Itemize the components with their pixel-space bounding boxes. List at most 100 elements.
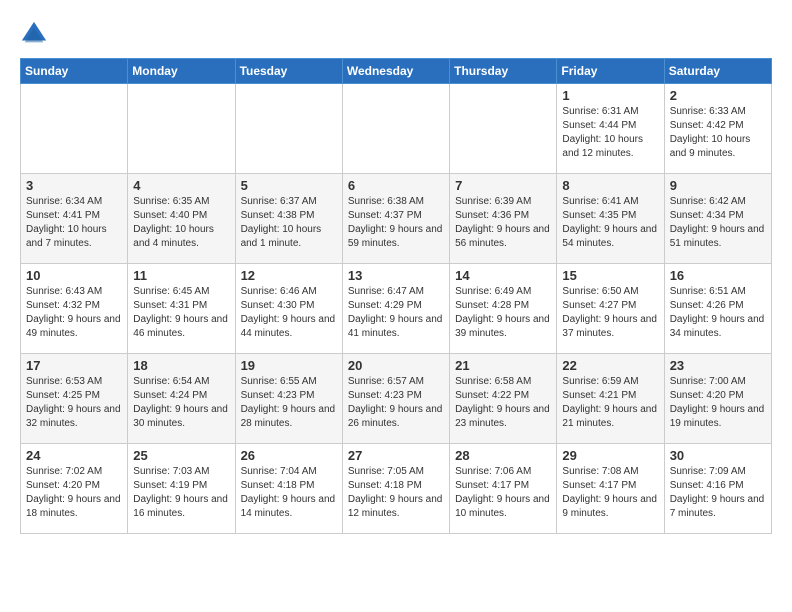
day-info: Sunrise: 7:03 AM Sunset: 4:19 PM Dayligh… [133, 465, 229, 521]
day-info: Sunrise: 6:33 AM Sunset: 4:42 PM Dayligh… [670, 105, 766, 161]
calendar-cell: 13 Sunrise: 6:47 AM Sunset: 4:29 PM Dayli… [342, 264, 449, 354]
day-number: 25 [133, 448, 229, 463]
day-info: Sunrise: 6:45 AM Sunset: 4:31 PM Dayligh… [133, 285, 229, 341]
logo-icon [20, 20, 48, 48]
day-number: 16 [670, 268, 766, 283]
day-number: 29 [562, 448, 658, 463]
day-number: 30 [670, 448, 766, 463]
calendar-cell: 23 Sunrise: 7:00 AM Sunset: 4:20 PM Dayli… [664, 354, 771, 444]
day-number: 5 [241, 178, 337, 193]
day-of-week-header: Friday [557, 59, 664, 84]
calendar-cell: 3Sunrise: 6:34 AM Sunset: 4:41 PM Daylig… [21, 174, 128, 264]
calendar-cell: 6 Sunrise: 6:38 AM Sunset: 4:37 PM Daylig… [342, 174, 449, 264]
calendar-cell: 26 Sunrise: 7:04 AM Sunset: 4:18 PM Dayli… [235, 444, 342, 534]
calendar-cell: 18Sunrise: 6:54 AM Sunset: 4:24 PM Dayli… [128, 354, 235, 444]
day-number: 6 [348, 178, 444, 193]
calendar-cell: 27 Sunrise: 7:05 AM Sunset: 4:18 PM Dayli… [342, 444, 449, 534]
day-number: 28 [455, 448, 551, 463]
calendar-cell: 16 Sunrise: 6:51 AM Sunset: 4:26 PM Dayli… [664, 264, 771, 354]
day-info: Sunrise: 7:00 AM Sunset: 4:20 PM Dayligh… [670, 375, 766, 431]
day-info: Sunrise: 6:49 AM Sunset: 4:28 PM Dayligh… [455, 285, 551, 341]
day-number: 3 [26, 178, 122, 193]
day-info: Sunrise: 6:41 AM Sunset: 4:35 PM Dayligh… [562, 195, 658, 251]
day-number: 20 [348, 358, 444, 373]
calendar-table: SundayMondayTuesdayWednesdayThursdayFrid… [20, 58, 772, 534]
day-info: Sunrise: 6:51 AM Sunset: 4:26 PM Dayligh… [670, 285, 766, 341]
day-number: 23 [670, 358, 766, 373]
calendar-cell: 2 Sunrise: 6:33 AM Sunset: 4:42 PM Daylig… [664, 84, 771, 174]
page-header [20, 20, 772, 48]
day-info: Sunrise: 6:37 AM Sunset: 4:38 PM Dayligh… [241, 195, 337, 251]
day-info: Sunrise: 6:50 AM Sunset: 4:27 PM Dayligh… [562, 285, 658, 341]
day-info: Sunrise: 6:55 AM Sunset: 4:23 PM Dayligh… [241, 375, 337, 431]
day-info: Sunrise: 7:06 AM Sunset: 4:17 PM Dayligh… [455, 465, 551, 521]
day-number: 1 [562, 88, 658, 103]
day-info: Sunrise: 7:05 AM Sunset: 4:18 PM Dayligh… [348, 465, 444, 521]
day-number: 15 [562, 268, 658, 283]
day-number: 12 [241, 268, 337, 283]
calendar-cell: 28 Sunrise: 7:06 AM Sunset: 4:17 PM Dayli… [450, 444, 557, 534]
calendar-cell: 15 Sunrise: 6:50 AM Sunset: 4:27 PM Dayli… [557, 264, 664, 354]
calendar-cell [21, 84, 128, 174]
calendar-cell: 5 Sunrise: 6:37 AM Sunset: 4:38 PM Daylig… [235, 174, 342, 264]
day-info: Sunrise: 7:08 AM Sunset: 4:17 PM Dayligh… [562, 465, 658, 521]
day-of-week-header: Monday [128, 59, 235, 84]
day-of-week-header: Sunday [21, 59, 128, 84]
calendar-week-row: 1 Sunrise: 6:31 AM Sunset: 4:44 PM Daylig… [21, 84, 772, 174]
day-info: Sunrise: 6:53 AM Sunset: 4:25 PM Dayligh… [26, 375, 122, 431]
calendar-week-row: 10Sunrise: 6:43 AM Sunset: 4:32 PM Dayli… [21, 264, 772, 354]
calendar-cell [235, 84, 342, 174]
day-info: Sunrise: 6:43 AM Sunset: 4:32 PM Dayligh… [26, 285, 122, 341]
calendar-cell: 9Sunrise: 6:42 AM Sunset: 4:34 PM Daylig… [664, 174, 771, 264]
calendar-cell: 30 Sunrise: 7:09 AM Sunset: 4:16 PM Dayli… [664, 444, 771, 534]
day-number: 24 [26, 448, 122, 463]
day-number: 2 [670, 88, 766, 103]
calendar-cell: 17 Sunrise: 6:53 AM Sunset: 4:25 PM Dayli… [21, 354, 128, 444]
day-number: 21 [455, 358, 551, 373]
day-info: Sunrise: 7:04 AM Sunset: 4:18 PM Dayligh… [241, 465, 337, 521]
calendar-cell: 19 Sunrise: 6:55 AM Sunset: 4:23 PM Dayli… [235, 354, 342, 444]
day-number: 27 [348, 448, 444, 463]
day-info: Sunrise: 6:57 AM Sunset: 4:23 PM Dayligh… [348, 375, 444, 431]
calendar-cell: 22 Sunrise: 6:59 AM Sunset: 4:21 PM Dayli… [557, 354, 664, 444]
day-info: Sunrise: 7:09 AM Sunset: 4:16 PM Dayligh… [670, 465, 766, 521]
calendar-cell: 20 Sunrise: 6:57 AM Sunset: 4:23 PM Dayli… [342, 354, 449, 444]
day-of-week-header: Wednesday [342, 59, 449, 84]
calendar-cell: 4Sunrise: 6:35 AM Sunset: 4:40 PM Daylig… [128, 174, 235, 264]
day-info: Sunrise: 6:38 AM Sunset: 4:37 PM Dayligh… [348, 195, 444, 251]
calendar-cell: 12Sunrise: 6:46 AM Sunset: 4:30 PM Dayli… [235, 264, 342, 354]
day-number: 22 [562, 358, 658, 373]
calendar-cell: 14 Sunrise: 6:49 AM Sunset: 4:28 PM Dayli… [450, 264, 557, 354]
calendar-cell: 25 Sunrise: 7:03 AM Sunset: 4:19 PM Dayli… [128, 444, 235, 534]
day-number: 4 [133, 178, 229, 193]
day-of-week-header: Saturday [664, 59, 771, 84]
calendar-header: SundayMondayTuesdayWednesdayThursdayFrid… [21, 59, 772, 84]
day-of-week-header: Thursday [450, 59, 557, 84]
day-number: 19 [241, 358, 337, 373]
calendar-cell: 10Sunrise: 6:43 AM Sunset: 4:32 PM Dayli… [21, 264, 128, 354]
calendar-week-row: 3Sunrise: 6:34 AM Sunset: 4:41 PM Daylig… [21, 174, 772, 264]
day-info: Sunrise: 6:31 AM Sunset: 4:44 PM Dayligh… [562, 105, 658, 161]
day-info: Sunrise: 6:59 AM Sunset: 4:21 PM Dayligh… [562, 375, 658, 431]
logo [20, 20, 52, 48]
day-number: 18 [133, 358, 229, 373]
header-row: SundayMondayTuesdayWednesdayThursdayFrid… [21, 59, 772, 84]
day-number: 17 [26, 358, 122, 373]
day-number: 8 [562, 178, 658, 193]
day-info: Sunrise: 7:02 AM Sunset: 4:20 PM Dayligh… [26, 465, 122, 521]
day-number: 26 [241, 448, 337, 463]
calendar-week-row: 17 Sunrise: 6:53 AM Sunset: 4:25 PM Dayli… [21, 354, 772, 444]
calendar-cell [128, 84, 235, 174]
calendar-cell: 1 Sunrise: 6:31 AM Sunset: 4:44 PM Daylig… [557, 84, 664, 174]
calendar-cell: 11Sunrise: 6:45 AM Sunset: 4:31 PM Dayli… [128, 264, 235, 354]
day-of-week-header: Tuesday [235, 59, 342, 84]
calendar-cell: 8 Sunrise: 6:41 AM Sunset: 4:35 PM Daylig… [557, 174, 664, 264]
calendar-week-row: 24 Sunrise: 7:02 AM Sunset: 4:20 PM Dayli… [21, 444, 772, 534]
day-number: 14 [455, 268, 551, 283]
calendar-cell: 7Sunrise: 6:39 AM Sunset: 4:36 PM Daylig… [450, 174, 557, 264]
day-number: 13 [348, 268, 444, 283]
day-info: Sunrise: 6:47 AM Sunset: 4:29 PM Dayligh… [348, 285, 444, 341]
calendar-body: 1 Sunrise: 6:31 AM Sunset: 4:44 PM Daylig… [21, 84, 772, 534]
day-info: Sunrise: 6:39 AM Sunset: 4:36 PM Dayligh… [455, 195, 551, 251]
calendar-cell: 21Sunrise: 6:58 AM Sunset: 4:22 PM Dayli… [450, 354, 557, 444]
